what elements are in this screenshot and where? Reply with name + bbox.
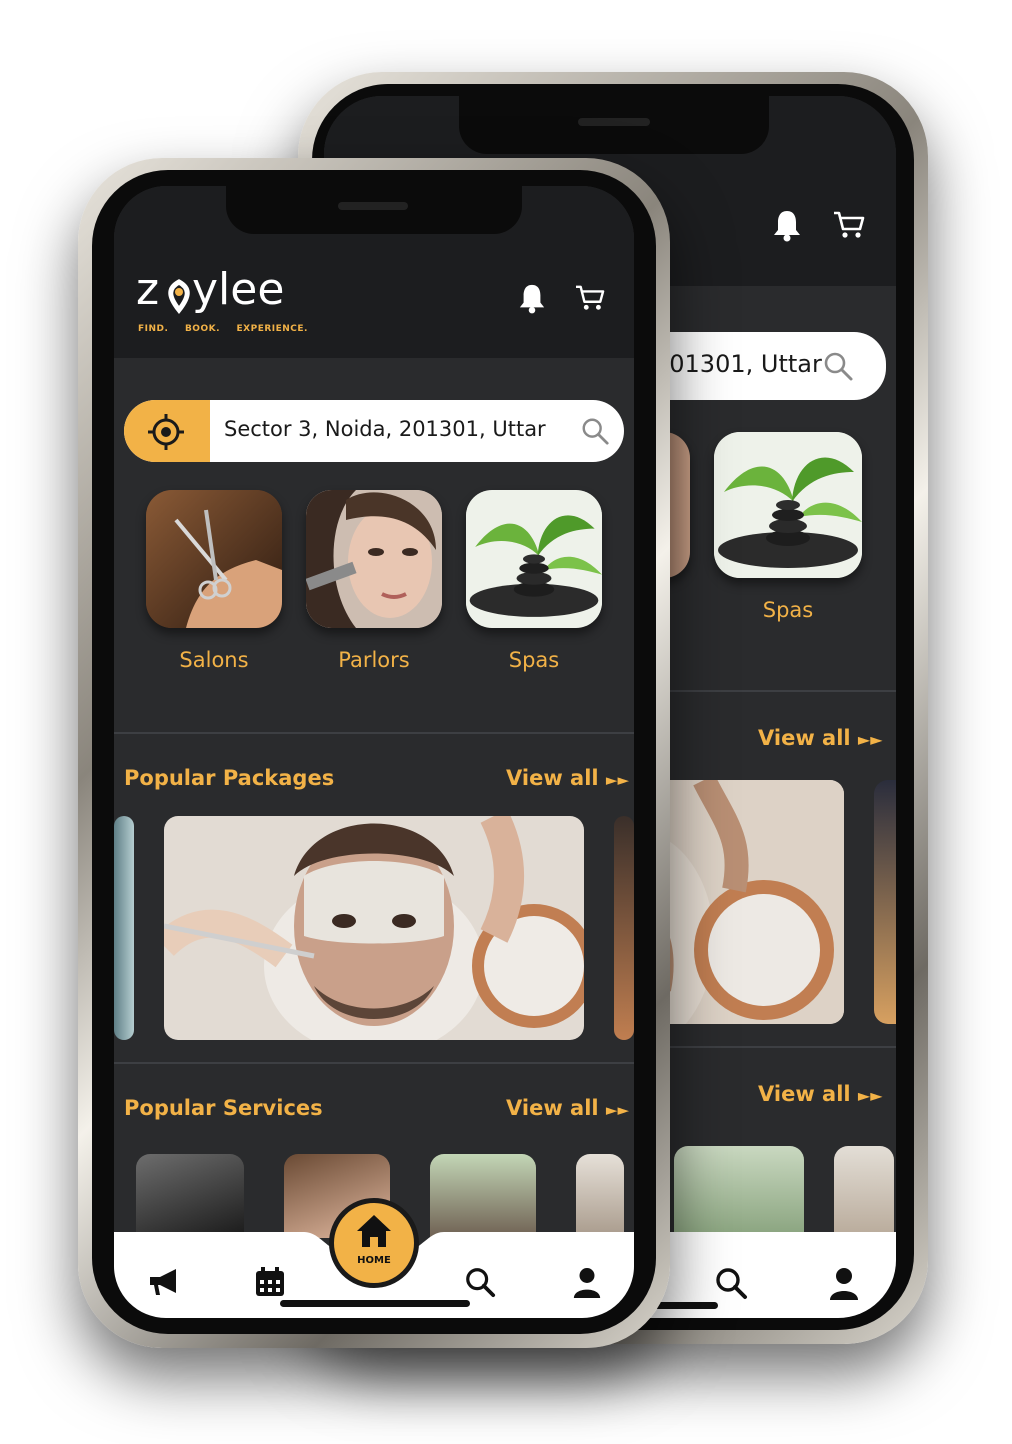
cart-icon[interactable] (832, 210, 866, 240)
brand-logo: z ylee FIND. BOOK. EXPERIENCE. (136, 264, 307, 334)
popular-packages-title: Popular Packages (124, 766, 335, 790)
service-thumb-1[interactable] (136, 1154, 244, 1238)
section-divider (114, 732, 634, 734)
calendar-icon[interactable] (254, 1266, 286, 1298)
search-icon[interactable] (580, 416, 610, 446)
back-speaker (578, 118, 650, 126)
back-package-card-next[interactable] (874, 780, 896, 1024)
search-icon[interactable] (464, 1266, 496, 1298)
spa-stones-image (466, 491, 602, 627)
front-phone-screen: z ylee FIND. BOOK. EXPERIENCE. Sector 3,… (114, 186, 634, 1318)
back-packages-view-all[interactable]: View all ►► (758, 726, 883, 750)
back-services-view-all[interactable]: View all ►► (758, 1082, 883, 1106)
cart-icon[interactable] (574, 284, 606, 312)
search-icon (824, 352, 853, 381)
tagline-book: BOOK. (184, 324, 220, 334)
package-card[interactable] (164, 816, 584, 1040)
package-card-next[interactable] (614, 816, 634, 1040)
crosshair-icon (148, 414, 184, 450)
package-card-prev[interactable] (114, 816, 134, 1040)
back-home-indicator (654, 1302, 718, 1309)
category-label-spas[interactable]: Spas (466, 648, 602, 672)
bell-icon[interactable] (518, 282, 546, 314)
category-label-salons[interactable]: Salons (146, 648, 282, 672)
home-button[interactable]: HOME (329, 1198, 419, 1288)
user-icon[interactable] (828, 1266, 860, 1302)
spa-stones-image (714, 432, 862, 578)
back-search-text: 201301, Uttar (654, 350, 822, 378)
service-thumb-3[interactable] (430, 1154, 536, 1238)
svg-text:ylee: ylee (192, 264, 284, 315)
front-notch (226, 186, 522, 234)
makeup-face-image (306, 490, 442, 628)
popular-packages-view-all[interactable]: View all ►► (506, 766, 629, 790)
tagline-find: FIND. (138, 324, 169, 334)
location-input-text[interactable]: Sector 3, Noida, 201301, Uttar (224, 417, 546, 441)
home-icon (357, 1215, 391, 1247)
front-speaker (338, 202, 408, 210)
facial-mask-image (164, 816, 584, 1040)
section-divider-2 (114, 1062, 634, 1064)
location-search[interactable]: Sector 3, Noida, 201301, Uttar (124, 400, 624, 462)
category-tile-spas[interactable] (714, 432, 862, 578)
category-label-parlors[interactable]: Parlors (306, 648, 442, 672)
back-service-thumb[interactable] (674, 1146, 804, 1236)
locate-button[interactable] (124, 400, 210, 462)
search-icon[interactable] (714, 1266, 748, 1300)
category-tile-salons[interactable] (146, 490, 282, 628)
category-tile-spas[interactable] (466, 490, 602, 628)
popular-services-title: Popular Services (124, 1096, 323, 1120)
front-home-indicator (280, 1300, 470, 1307)
bell-icon[interactable] (772, 208, 802, 242)
service-thumb-4[interactable] (576, 1154, 624, 1238)
tagline-experience: EXPERIENCE. (236, 324, 308, 334)
home-label: HOME (357, 1255, 391, 1266)
popular-services-view-all[interactable]: View all ►► (506, 1096, 629, 1120)
category-tile-parlors[interactable] (306, 490, 442, 628)
user-icon[interactable] (572, 1266, 602, 1300)
megaphone-icon[interactable] (146, 1266, 182, 1298)
back-service-thumb-2[interactable] (834, 1146, 894, 1236)
scissors-image (146, 490, 282, 628)
zoylee-logo: z ylee (136, 264, 284, 315)
svg-text:z: z (136, 264, 159, 315)
category-label-spas: Spas (762, 598, 814, 622)
